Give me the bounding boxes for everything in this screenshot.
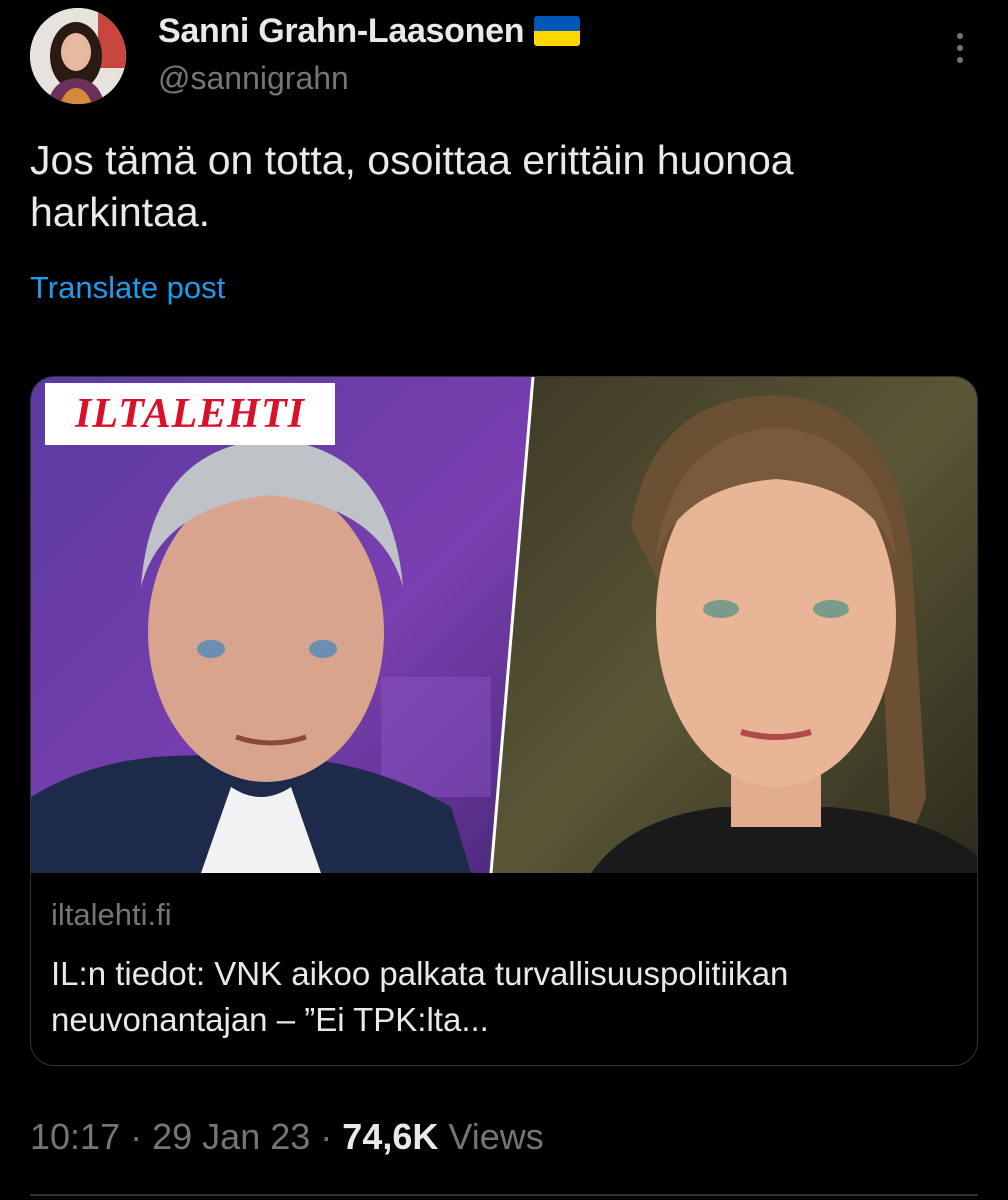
divider (30, 1194, 978, 1196)
author-name-row[interactable]: Sanni Grahn-Laasonen (158, 12, 581, 51)
card-image[interactable]: ILTALEHTI (31, 377, 977, 874)
author-display-name[interactable]: Sanni Grahn-Laasonen (158, 12, 524, 50)
tweet-time[interactable]: 10:17 (30, 1116, 120, 1157)
tweet-meta: 10:17 · 29 Jan 23 · 74,6K Views (30, 1116, 544, 1158)
tweet-text: Jos tämä on totta, osoittaa erittäin huo… (30, 137, 794, 235)
author-handle[interactable]: @sannigrahn (158, 60, 349, 97)
link-preview-card[interactable]: ILTALEHTI iltalehti.fi IL:n tiedot: VNK … (30, 376, 978, 1066)
card-domain: iltalehti.fi (51, 897, 172, 932)
card-title: IL:n tiedot: VNK aikoo palkata turvallis… (51, 955, 789, 1038)
views-label[interactable]: Views (448, 1116, 543, 1157)
meta-separator: · (320, 1116, 333, 1157)
more-options-icon[interactable] (942, 24, 978, 72)
avatar-image (30, 8, 126, 104)
translate-post-link[interactable]: Translate post (30, 270, 225, 306)
iltalehti-logo: ILTALEHTI (75, 391, 305, 437)
views-count[interactable]: 74,6K (342, 1116, 438, 1157)
meta-separator: · (130, 1116, 143, 1157)
tweet-date[interactable]: 29 Jan 23 (152, 1116, 310, 1157)
avatar[interactable] (30, 8, 126, 104)
ukraine-flag-icon (534, 16, 581, 46)
card-photo (31, 377, 977, 874)
